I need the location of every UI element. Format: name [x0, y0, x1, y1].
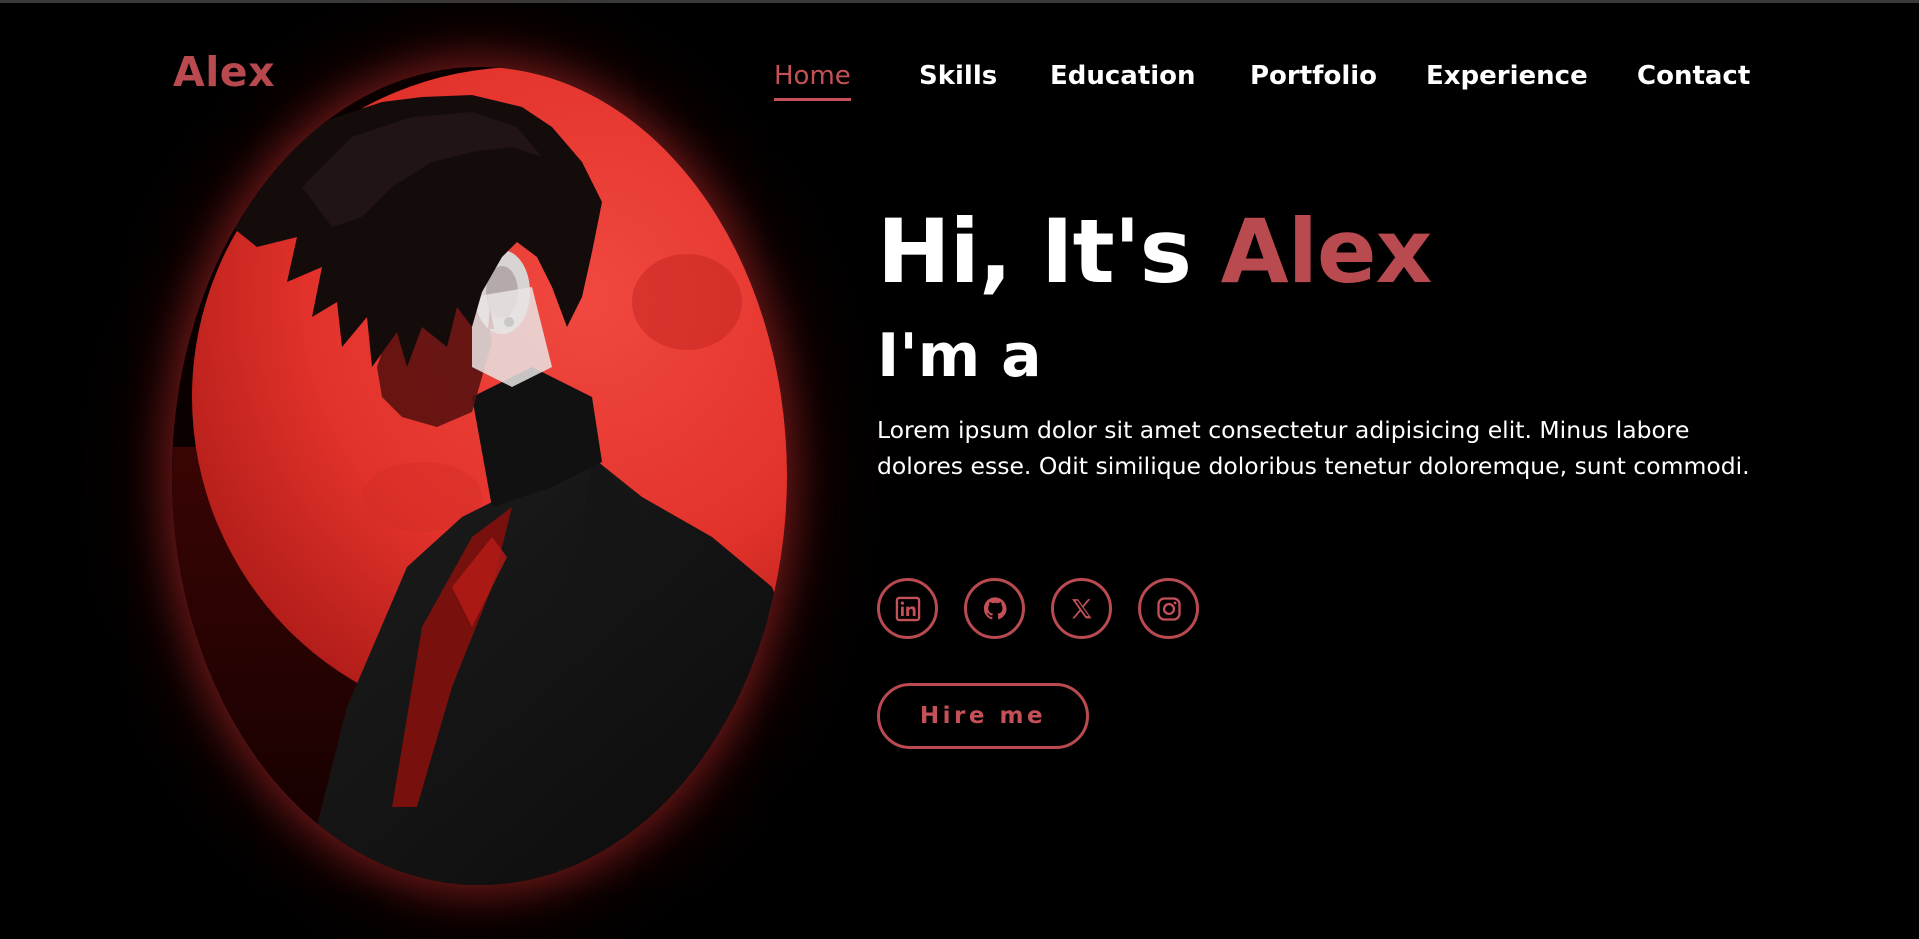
- hero-subtitle: I'm a: [877, 321, 1042, 391]
- hero-description: Lorem ipsum dolor sit amet consectetur a…: [877, 416, 1750, 480]
- hero-name: Alex: [1220, 200, 1433, 303]
- page: Alex Home Skills Education Portfolio Exp…: [0, 0, 1919, 939]
- nav-item-contact[interactable]: Contact: [1637, 63, 1750, 89]
- nav-item-education[interactable]: Education: [1050, 63, 1196, 89]
- github-link[interactable]: [964, 578, 1025, 639]
- main-nav: Home Skills Education Portfolio Experien…: [0, 63, 1919, 103]
- linkedin-link[interactable]: [877, 578, 938, 639]
- x-twitter-link[interactable]: [1051, 578, 1112, 639]
- nav-item-home[interactable]: Home: [774, 63, 851, 101]
- github-icon: [983, 596, 1007, 619]
- instagram-link[interactable]: [1138, 578, 1199, 639]
- hero-title: Hi, It's Alex: [877, 208, 1432, 296]
- hire-me-button[interactable]: Hire me: [877, 683, 1089, 749]
- nav-item-experience[interactable]: Experience: [1426, 63, 1588, 89]
- nav-item-skills[interactable]: Skills: [919, 63, 997, 89]
- instagram-icon: [1156, 596, 1181, 621]
- x-twitter-icon: [1071, 598, 1092, 618]
- window-top-border: [0, 0, 1919, 3]
- profile-portrait: [172, 67, 787, 885]
- hero-greeting: Hi, It's: [877, 200, 1192, 303]
- portrait-illustration: [172, 67, 787, 885]
- nav-item-portfolio[interactable]: Portfolio: [1250, 63, 1377, 89]
- linkedin-icon: [895, 596, 920, 621]
